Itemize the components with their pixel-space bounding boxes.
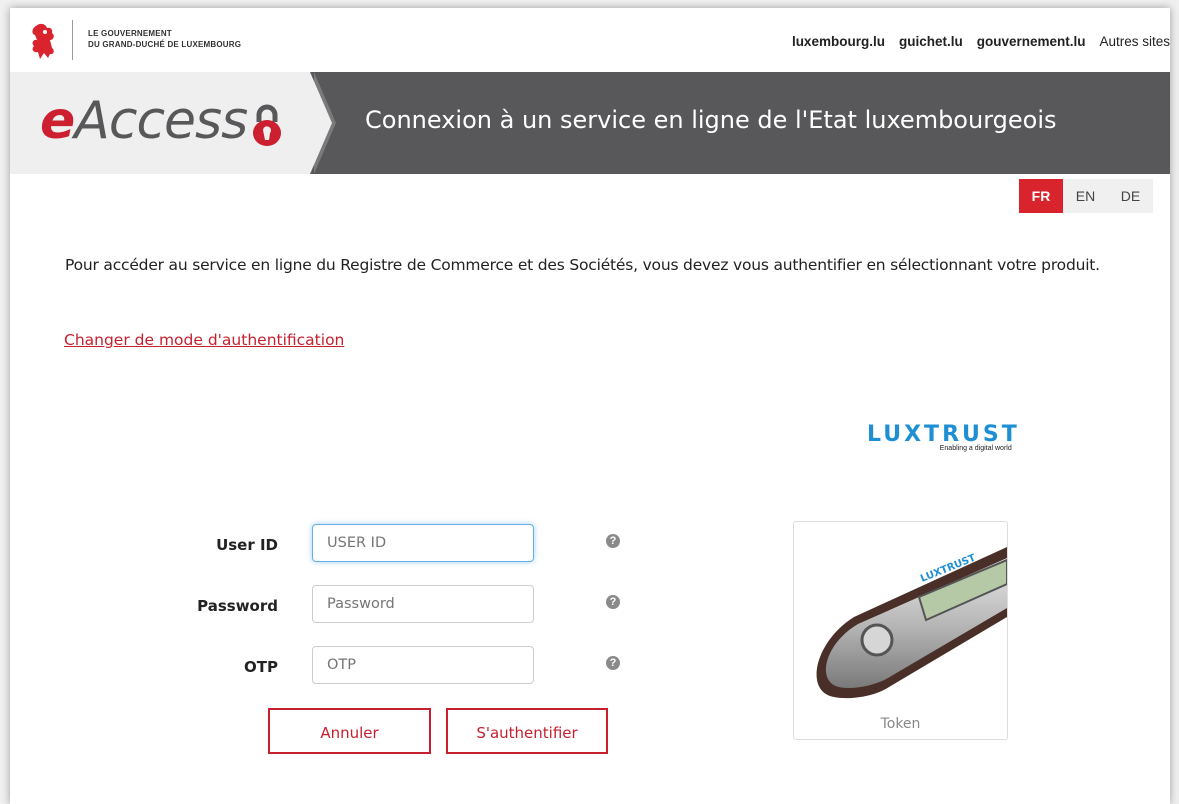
brand-e: e [40,91,75,151]
otp-help-icon[interactable]: ? [606,656,620,670]
user-id-label: User ID [216,536,278,554]
language-switcher: FR EN DE [1019,179,1153,213]
change-auth-mode-link[interactable]: Changer de mode d'authentification [64,331,344,349]
user-id-help-icon[interactable]: ? [606,534,620,548]
lock-icon [253,104,281,146]
password-help-icon[interactable]: ? [606,595,620,609]
cancel-button[interactable]: Annuler [268,708,431,754]
user-id-input[interactable] [312,524,534,562]
lang-fr[interactable]: FR [1019,179,1063,213]
brand-arrow [310,72,332,174]
otp-label: OTP [244,658,278,676]
eaccess-logo[interactable]: eAccess [40,90,248,152]
link-guichet-lu[interactable]: guichet.lu [899,34,963,49]
otp-input[interactable] [312,646,534,684]
lang-de[interactable]: DE [1108,179,1153,213]
token-label: Token [880,716,921,732]
logo-separator [72,20,73,60]
link-autres-sites[interactable]: Autres sites [1099,34,1170,49]
luxembourg-lion-logo[interactable] [28,22,58,60]
authenticate-button[interactable]: S'authentifier [446,708,608,754]
password-label: Password [197,597,278,615]
intro-text: Pour accéder au service en ligne du Regi… [65,256,1100,274]
government-line-1: LE GOUVERNEMENT [88,29,172,38]
government-name: LE GOUVERNEMENT DU GRAND-DUCHÉ DE LUXEMB… [88,28,241,50]
link-gouvernement-lu[interactable]: gouvernement.lu [977,34,1086,49]
token-card[interactable]: LUXTRUST Token [793,521,1008,740]
government-bar: LE GOUVERNEMENT DU GRAND-DUCHÉ DE LUXEMB… [10,8,1170,72]
banner-title: Connexion à un service en ligne de l'Eta… [365,106,1057,134]
page: LE GOUVERNEMENT DU GRAND-DUCHÉ DE LUXEMB… [10,8,1170,804]
external-links: luxembourg.lu guichet.lu gouvernement.lu Au… [792,34,1170,49]
link-luxembourg-lu[interactable]: luxembourg.lu [792,34,885,49]
luxtrust-wordmark: LUXTRUST [867,422,1020,447]
brand-rest: Access [74,91,248,151]
lang-en[interactable]: EN [1063,179,1108,213]
password-input[interactable] [312,585,534,623]
luxtrust-logo: LUXTRUST Enabling a digital world [867,422,1020,453]
token-device-image: LUXTRUST [816,547,1007,699]
eaccess-banner: eAccess Connexion à un service en ligne … [10,72,1170,174]
government-line-2: DU GRAND-DUCHÉ DE LUXEMBOURG [88,40,242,49]
